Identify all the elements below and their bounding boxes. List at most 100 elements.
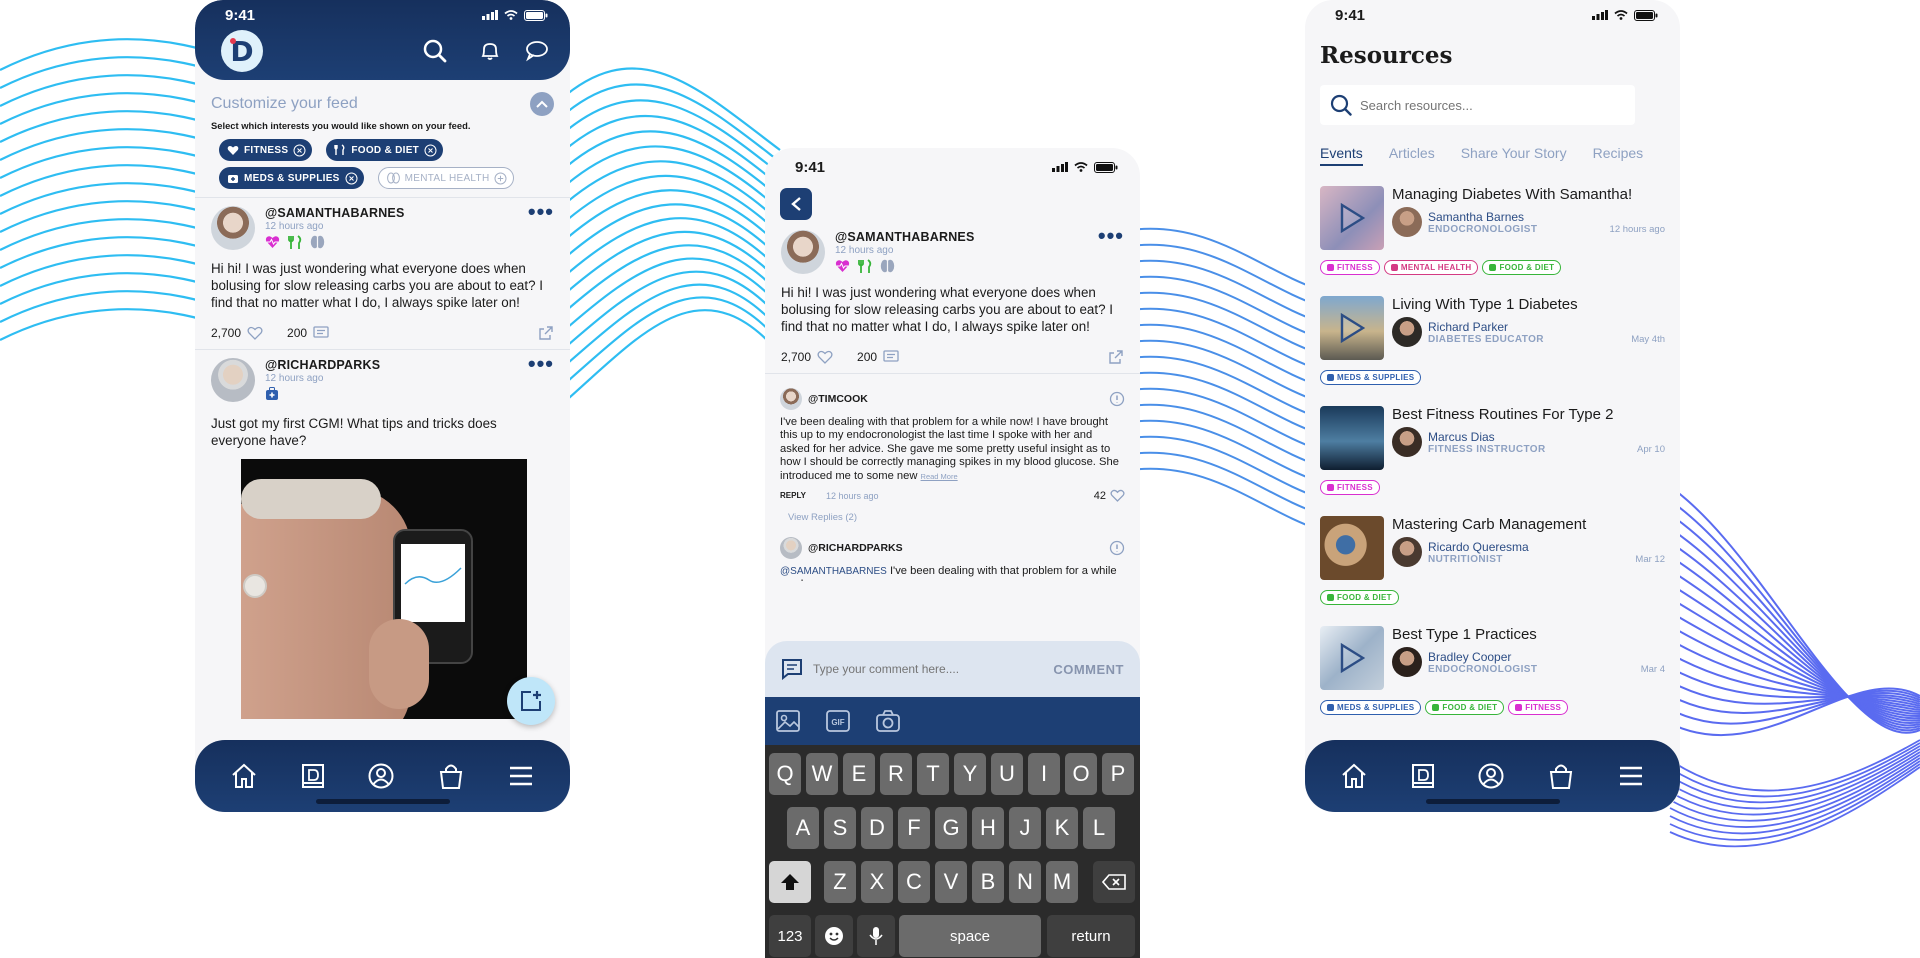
key-g[interactable]: G xyxy=(935,807,967,849)
collapse-button[interactable] xyxy=(530,92,554,116)
resource-thumbnail[interactable] xyxy=(1320,516,1384,580)
key-z[interactable]: Z xyxy=(824,861,856,903)
key-b[interactable]: B xyxy=(972,861,1004,903)
chip-food-diet[interactable]: FOOD & DIET xyxy=(326,139,444,161)
tag[interactable]: FITNESS xyxy=(1320,260,1380,275)
gif-icon[interactable]: GIF xyxy=(825,709,851,733)
backspace-key[interactable] xyxy=(1093,861,1135,903)
key-y[interactable]: Y xyxy=(954,753,986,795)
shopping-bag-icon[interactable] xyxy=(437,762,465,790)
space-key[interactable]: space xyxy=(899,915,1041,957)
tag[interactable]: FOOD & DIET xyxy=(1320,590,1399,605)
post-username[interactable]: @SAMANTHABARNES xyxy=(265,206,405,220)
key-l[interactable]: L xyxy=(1083,807,1115,849)
key-c[interactable]: C xyxy=(898,861,930,903)
tag[interactable]: FITNESS xyxy=(1508,700,1569,715)
tag[interactable]: MEDS & SUPPLIES xyxy=(1320,370,1422,385)
comment-input[interactable] xyxy=(813,662,1054,676)
heart-icon[interactable] xyxy=(247,326,263,340)
resource-title[interactable]: Living With Type 1 Diabetes xyxy=(1392,296,1665,313)
menu-icon[interactable] xyxy=(1617,762,1645,790)
resource-thumbnail[interactable] xyxy=(1320,186,1384,250)
share-icon[interactable] xyxy=(1108,349,1124,365)
resource-author[interactable]: Marcus Dias xyxy=(1428,430,1665,444)
dictation-key[interactable] xyxy=(857,915,895,957)
share-icon[interactable] xyxy=(538,325,554,341)
key-k[interactable]: K xyxy=(1046,807,1078,849)
key-m[interactable]: M xyxy=(1046,861,1078,903)
create-post-button[interactable] xyxy=(507,677,555,725)
key-a[interactable]: A xyxy=(787,807,819,849)
tag[interactable]: FOOD & DIET xyxy=(1425,700,1505,715)
key-p[interactable]: P xyxy=(1102,753,1134,795)
more-options-icon[interactable]: ••• xyxy=(528,353,554,375)
tab-articles[interactable]: Articles xyxy=(1389,145,1435,166)
resource-thumbnail[interactable] xyxy=(1320,296,1384,360)
tag[interactable]: FOOD & DIET xyxy=(1482,260,1562,275)
avatar[interactable] xyxy=(780,537,802,560)
chip-mental-health[interactable]: MENTAL HEALTH xyxy=(377,167,515,189)
profile-icon[interactable] xyxy=(1477,762,1505,790)
home-icon[interactable] xyxy=(1340,762,1368,790)
report-icon[interactable] xyxy=(1109,540,1125,556)
comment-username[interactable]: @RICHARDPARKS xyxy=(808,542,903,554)
key-u[interactable]: U xyxy=(991,753,1023,795)
key-f[interactable]: F xyxy=(898,807,930,849)
heart-icon[interactable] xyxy=(1110,489,1125,502)
key-q[interactable]: Q xyxy=(769,753,801,795)
avatar[interactable] xyxy=(211,358,255,402)
post-username[interactable]: @RICHARDPARKS xyxy=(265,358,380,372)
post-image[interactable] xyxy=(241,459,527,719)
search-input[interactable] xyxy=(1360,97,1625,113)
image-icon[interactable] xyxy=(775,709,801,733)
back-button[interactable] xyxy=(780,188,812,220)
key-n[interactable]: N xyxy=(1009,861,1041,903)
resource-author[interactable]: Ricardo Queresma xyxy=(1428,540,1665,554)
app-logo[interactable]: D xyxy=(221,30,263,72)
chip-meds-supplies[interactable]: MEDS & SUPPLIES xyxy=(219,167,364,189)
key-w[interactable]: W xyxy=(806,753,838,795)
tag[interactable]: FITNESS xyxy=(1320,480,1380,495)
key-j[interactable]: J xyxy=(1009,807,1041,849)
bell-icon[interactable] xyxy=(478,39,502,63)
chip-fitness[interactable]: FITNESS xyxy=(219,139,313,161)
key-t[interactable]: T xyxy=(917,753,949,795)
resource-item[interactable]: Mastering Carb Management Ricardo Queresm… xyxy=(1305,516,1680,580)
comment-icon[interactable] xyxy=(313,326,329,340)
report-icon[interactable] xyxy=(1109,391,1125,407)
resource-author[interactable]: Bradley Cooper xyxy=(1428,650,1665,664)
journal-icon[interactable] xyxy=(300,762,326,790)
tag[interactable]: MENTAL HEALTH xyxy=(1383,260,1479,275)
key-e[interactable]: E xyxy=(843,753,875,795)
shift-key[interactable] xyxy=(769,861,811,903)
avatar[interactable] xyxy=(780,388,802,410)
mention-link[interactable]: @SAMANTHABARNES xyxy=(780,566,887,577)
read-more-link[interactable]: Read More xyxy=(921,472,958,481)
profile-icon[interactable] xyxy=(367,762,395,790)
resource-thumbnail[interactable] xyxy=(1320,406,1384,470)
search-icon[interactable] xyxy=(422,38,448,64)
key-v[interactable]: V xyxy=(935,861,967,903)
comment-icon[interactable] xyxy=(883,350,899,364)
view-replies-link[interactable]: View Replies (2) xyxy=(788,512,1125,523)
key-r[interactable]: R xyxy=(880,753,912,795)
key-s[interactable]: S xyxy=(824,807,856,849)
resource-title[interactable]: Managing Diabetes With Samantha! xyxy=(1392,186,1665,203)
reply-button[interactable]: REPLY xyxy=(780,491,806,500)
resource-item[interactable]: Managing Diabetes With Samantha! Samantha… xyxy=(1305,186,1680,250)
tag[interactable]: MEDS & SUPPLIES xyxy=(1320,700,1422,715)
resource-title[interactable]: Mastering Carb Management xyxy=(1392,516,1665,533)
resource-thumbnail[interactable] xyxy=(1320,626,1384,690)
chat-icon[interactable] xyxy=(524,39,550,63)
resource-item[interactable]: Living With Type 1 Diabetes Richard Parke… xyxy=(1305,296,1680,360)
shopping-bag-icon[interactable] xyxy=(1547,762,1575,790)
tab-recipes[interactable]: Recipes xyxy=(1593,145,1644,166)
return-key[interactable]: return xyxy=(1047,915,1135,957)
journal-icon[interactable] xyxy=(1410,762,1436,790)
key-o[interactable]: O xyxy=(1065,753,1097,795)
camera-icon[interactable] xyxy=(875,709,901,733)
resource-title[interactable]: Best Type 1 Practices xyxy=(1392,626,1665,643)
key-x[interactable]: X xyxy=(861,861,893,903)
tab-events[interactable]: Events xyxy=(1320,145,1363,166)
tab-share-your-story[interactable]: Share Your Story xyxy=(1461,145,1567,166)
